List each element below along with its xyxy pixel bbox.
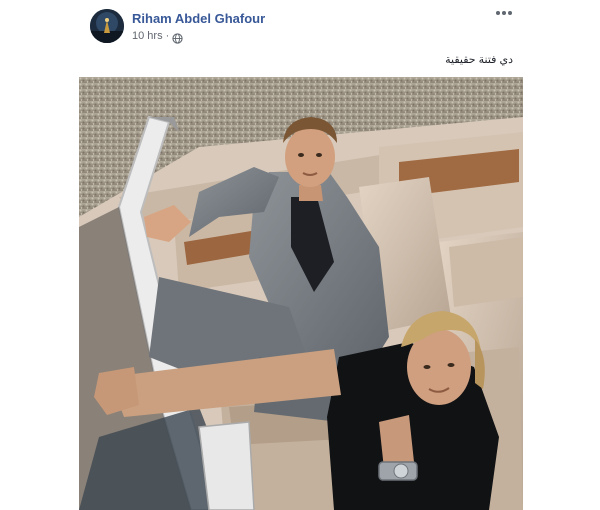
meta-separator: ·	[165, 30, 170, 42]
author-name[interactable]: Riham Abdel Ghafour	[132, 11, 265, 26]
post-text: دي فتنة حقيقية	[445, 54, 513, 66]
post-timestamp[interactable]: 10 hrs	[132, 30, 163, 42]
facebook-post: Riham Abdel Ghafour 10 hrs · دي فتنة حقي…	[79, 0, 523, 510]
post-header: Riham Abdel Ghafour 10 hrs ·	[79, 0, 523, 50]
post-meta: 10 hrs ·	[132, 29, 183, 44]
more-options-icon[interactable]	[493, 6, 515, 20]
globe-icon[interactable]	[172, 31, 183, 44]
post-photo[interactable]	[79, 77, 523, 510]
author-avatar[interactable]	[90, 9, 124, 43]
